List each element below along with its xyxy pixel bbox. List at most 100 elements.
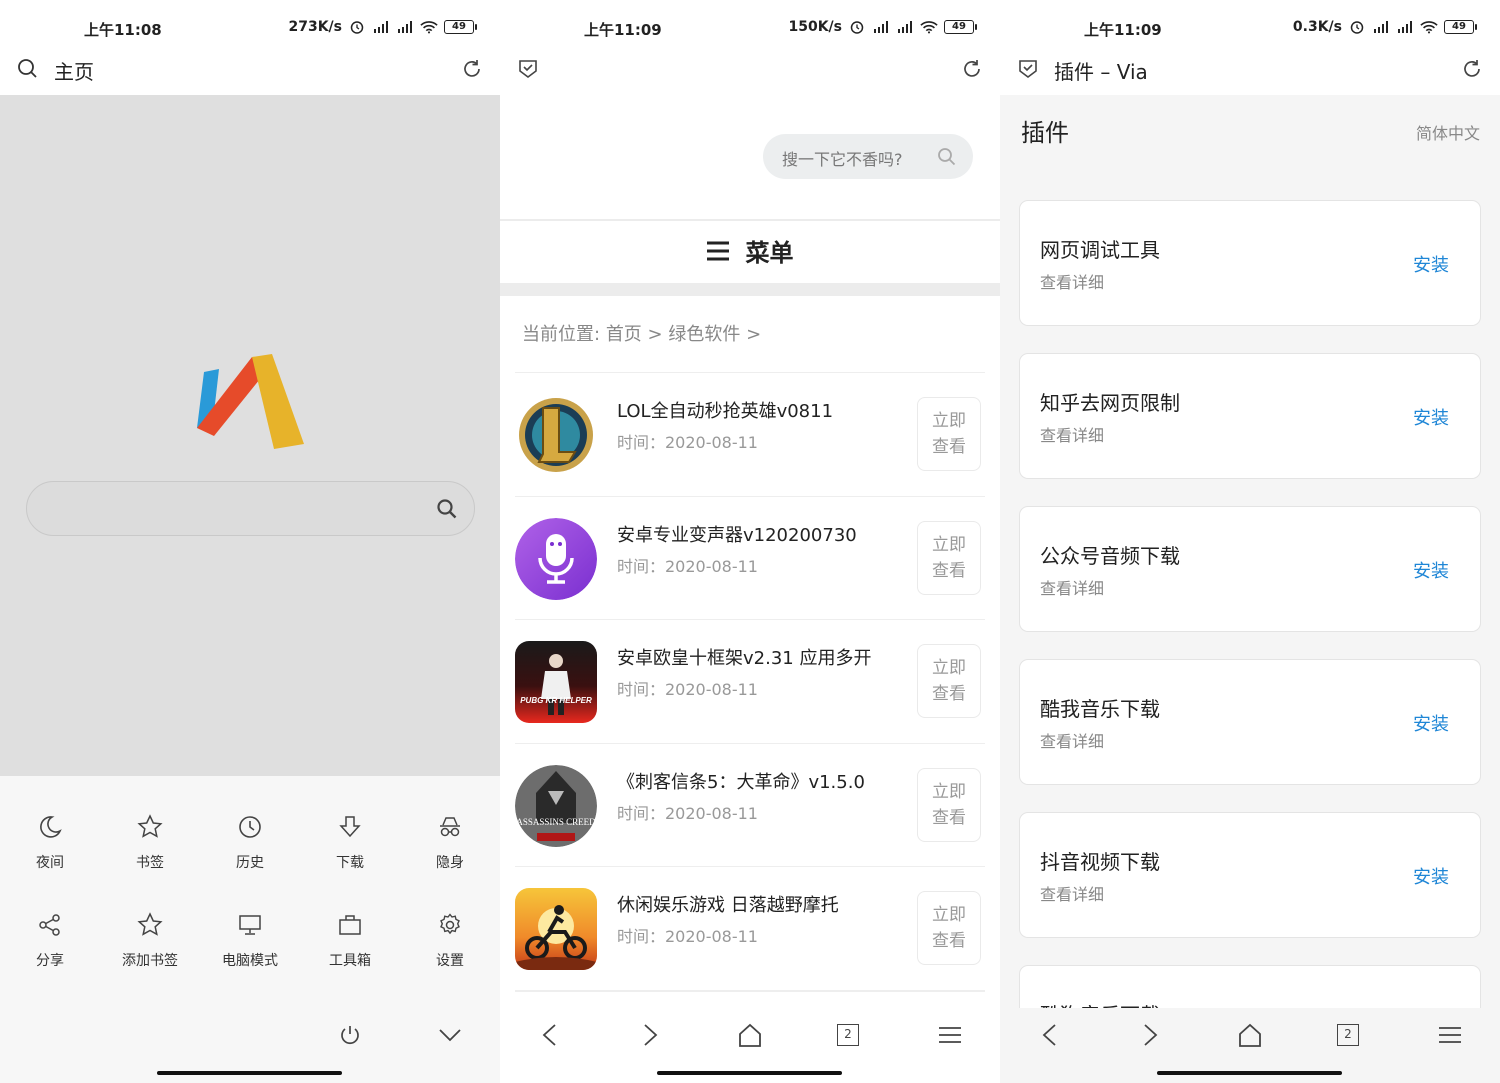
install-button[interactable]: 安装: [1413, 557, 1449, 583]
phone-software-list: 上午11:09 150K/s 49 搜一下它不香吗? 菜单 当前位置: 首页 >…: [500, 0, 1000, 1083]
power-exit-icon[interactable]: [338, 1023, 362, 1047]
tabs-counter-button[interactable]: 2: [837, 1024, 859, 1046]
install-button[interactable]: 安装: [1413, 404, 1449, 430]
home-icon[interactable]: [735, 1020, 765, 1050]
back-arrow-icon[interactable]: [535, 1020, 565, 1050]
star-plus-icon: [137, 912, 163, 936]
network-speed: 273K/s: [288, 19, 342, 35]
plugin-card[interactable]: 酷我音乐下载 查看详细 安装: [1019, 659, 1481, 785]
address-bar[interactable]: 主页: [0, 46, 500, 92]
wifi-icon: [420, 21, 438, 34]
menu-item-add-bookmark[interactable]: 添加书签: [100, 912, 200, 970]
list-item[interactable]: 安卓专业变声器v120200730 时间：2020-08-11 立即 查看: [515, 496, 985, 620]
breadcrumb-home[interactable]: 首页: [606, 324, 642, 345]
menu-icon[interactable]: [1435, 1020, 1465, 1050]
item-title[interactable]: 休闲娱乐游戏 日落越野摩托: [617, 891, 839, 917]
refresh-icon[interactable]: [460, 57, 484, 81]
forward-arrow-icon[interactable]: [1135, 1020, 1165, 1050]
button-line: 查看: [932, 437, 966, 457]
breadcrumb-category[interactable]: 绿色软件: [668, 324, 740, 345]
view-now-button[interactable]: 立即 查看: [917, 768, 981, 842]
monitor-icon: [239, 915, 261, 935]
menu-label: 隐身: [436, 855, 464, 871]
forward-arrow-icon[interactable]: [635, 1020, 665, 1050]
address-bar[interactable]: [500, 46, 1000, 92]
shield-check-icon[interactable]: [1016, 57, 1040, 81]
list-item[interactable]: PUBG KR HELPER 安卓欧皇十框架v2.31 应用多开 时间：2020…: [515, 619, 985, 743]
menu-toggle[interactable]: 菜单: [500, 233, 1000, 268]
item-time: 时间：2020-08-11: [617, 433, 758, 452]
button-line: 查看: [932, 561, 966, 581]
item-title[interactable]: 《刺客信条5：大革命》v1.5.0: [617, 768, 865, 794]
view-now-button[interactable]: 立即 查看: [917, 891, 981, 965]
item-title[interactable]: 安卓专业变声器v120200730: [617, 521, 857, 547]
list-item[interactable]: 休闲娱乐游戏 日落越野摩托 时间：2020-08-11 立即 查看: [515, 866, 985, 990]
menu-label: 下载: [336, 855, 364, 871]
view-now-button[interactable]: 立即 查看: [917, 521, 981, 595]
home-icon[interactable]: [1235, 1020, 1265, 1050]
button-line: 立即: [932, 782, 966, 802]
alarm-icon: [1350, 21, 1364, 34]
item-title[interactable]: 安卓欧皇十框架v2.31 应用多开: [617, 644, 871, 670]
plugin-card[interactable]: 公众号音频下载 查看详细 安装: [1019, 506, 1481, 632]
plugin-card[interactable]: 知乎去网页限制 查看详细 安装: [1019, 353, 1481, 479]
tabs-counter-button[interactable]: 2: [1337, 1024, 1359, 1046]
menu-item-downloads[interactable]: 下载: [300, 814, 400, 872]
home-search-box[interactable]: [26, 481, 475, 536]
status-time: 上午11:09: [1084, 21, 1162, 39]
signal-icon: [398, 21, 412, 33]
page-title[interactable]: 插件 – Via: [1054, 56, 1148, 85]
plugin-name: 网页调试工具: [1040, 238, 1160, 262]
search-icon[interactable]: [16, 57, 40, 81]
chevron-down-icon[interactable]: [438, 1025, 462, 1045]
gear-icon: [440, 913, 460, 935]
plugin-card[interactable]: 抖音视频下载 查看详细 安装: [1019, 812, 1481, 938]
refresh-icon[interactable]: [960, 57, 984, 81]
item-time: 时间：2020-08-11: [617, 680, 758, 699]
share-icon: [39, 914, 60, 936]
search-icon[interactable]: [937, 147, 957, 167]
button-line: 立即: [932, 411, 966, 431]
view-now-button[interactable]: 立即 查看: [917, 397, 981, 471]
view-details-link[interactable]: 查看详细: [1040, 881, 1104, 905]
home-indicator: [657, 1071, 842, 1075]
plugin-name: 公众号音频下载: [1040, 544, 1180, 568]
item-time: 时间：2020-08-11: [617, 804, 758, 823]
menu-icon[interactable]: [935, 1020, 965, 1050]
search-placeholder: 搜一下它不香吗?: [782, 150, 903, 169]
item-time: 时间：2020-08-11: [617, 927, 758, 946]
view-now-button[interactable]: 立即 查看: [917, 644, 981, 718]
list-item[interactable]: LOL全自动秒抢英雄v0811 时间：2020-08-11 立即查看: [515, 372, 985, 496]
shield-check-icon[interactable]: [516, 57, 540, 81]
search-icon[interactable]: [436, 498, 458, 520]
plugins-header: 插件 简体中文: [1000, 95, 1500, 167]
wifi-icon: [920, 21, 938, 34]
page-title[interactable]: 主页: [54, 56, 94, 85]
install-button[interactable]: 安装: [1413, 251, 1449, 277]
view-details-link[interactable]: 查看详细: [1040, 422, 1104, 446]
list-item[interactable]: ASSASSINS CREED 《刺客信条5：大革命》v1.5.0 时间：202…: [515, 743, 985, 867]
lol-logo-icon: [515, 394, 597, 476]
menu-item-toolbox[interactable]: 工具箱: [300, 912, 400, 970]
menu-item-history[interactable]: 历史: [200, 814, 300, 872]
view-details-link[interactable]: 查看详细: [1040, 269, 1104, 293]
site-search-input[interactable]: 搜一下它不香吗?: [763, 134, 973, 179]
menu-item-share[interactable]: 分享: [0, 912, 100, 970]
menu-item-incognito[interactable]: 隐身: [400, 814, 500, 872]
wifi-icon: [1420, 21, 1438, 34]
address-bar[interactable]: 插件 – Via: [1000, 46, 1500, 92]
signal-icon: [374, 21, 388, 33]
item-title[interactable]: LOL全自动秒抢英雄v0811: [617, 397, 833, 423]
plugin-card[interactable]: 网页调试工具 查看详细 安装: [1019, 200, 1481, 326]
install-button[interactable]: 安装: [1413, 710, 1449, 736]
menu-item-settings[interactable]: 设置: [400, 912, 500, 970]
refresh-icon[interactable]: [1460, 57, 1484, 81]
view-details-link[interactable]: 查看详细: [1040, 728, 1104, 752]
back-arrow-icon[interactable]: [1035, 1020, 1065, 1050]
language-selector[interactable]: 简体中文: [1416, 120, 1480, 144]
menu-item-night[interactable]: 夜间: [0, 814, 100, 872]
menu-item-bookmarks[interactable]: 书签: [100, 814, 200, 872]
view-details-link[interactable]: 查看详细: [1040, 575, 1104, 599]
menu-item-desktop-mode[interactable]: 电脑模式: [200, 912, 300, 970]
install-button[interactable]: 安装: [1413, 863, 1449, 889]
